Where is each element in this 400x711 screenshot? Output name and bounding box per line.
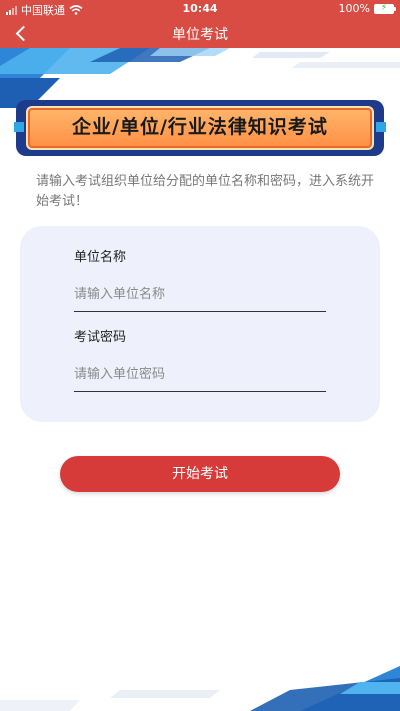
start-exam-button[interactable]: 开始考试 xyxy=(60,456,340,492)
status-right: 100% ⚡ xyxy=(338,2,396,15)
unit-name-input[interactable] xyxy=(74,278,326,312)
password-input[interactable] xyxy=(74,358,326,392)
intro-text: 请输入考试组织单位给分配的单位名称和密码，进入系统开始考试！ xyxy=(36,174,375,209)
page-title: 单位考试 xyxy=(172,27,228,43)
login-form-card: 单位名称 考试密码 xyxy=(20,226,380,422)
password-label: 考试密码 xyxy=(74,330,127,345)
battery-charging-icon: ⚡ xyxy=(374,3,396,14)
banner-notch-right xyxy=(376,122,386,132)
banner-notch-left xyxy=(14,122,24,132)
banner-title: 企业/单位/行业法律知识考试 xyxy=(72,116,328,138)
battery-percent: 100% xyxy=(338,2,370,15)
unit-name-label: 单位名称 xyxy=(74,250,127,265)
nav-bar: 单位考试 xyxy=(0,18,400,48)
footer-decoration xyxy=(0,660,400,711)
status-bar: 中国联通 10:44 100% ⚡ xyxy=(0,0,400,18)
exam-banner: 企业/单位/行业法律知识考试 xyxy=(14,100,386,156)
